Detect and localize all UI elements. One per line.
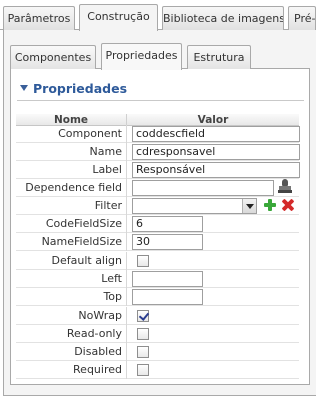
section-header[interactable]: Propriedades: [17, 79, 304, 101]
property-name: Label: [16, 161, 127, 179]
property-checkbox[interactable]: [137, 328, 149, 340]
table-row: Read-only: [16, 325, 299, 343]
property-value-cell: [127, 325, 299, 343]
tab-propriedades[interactable]: Propriedades: [101, 43, 182, 70]
table-row: Component coddescfield: [16, 125, 300, 143]
property-value-cell: 6: [127, 215, 299, 233]
property-value-cell: 30: [127, 233, 299, 251]
table-row: Disabled: [16, 343, 299, 361]
property-value-cell: coddescfield: [127, 125, 300, 143]
property-value-cell: Responsável: [127, 161, 300, 179]
property-name: Disabled: [16, 343, 127, 361]
inner-tab-bar: Componentes Propriedades Estrutura: [10, 42, 310, 70]
tab-estrutura[interactable]: Estrutura: [187, 45, 251, 69]
tab-biblioteca-de-imagens[interactable]: Biblioteca de imagens: [162, 6, 284, 30]
property-checkbox[interactable]: [137, 346, 149, 358]
table-row: Filter: [16, 197, 299, 215]
property-input[interactable]: coddescfield: [132, 126, 300, 142]
table-row: CodeFieldSize 6: [16, 215, 299, 233]
property-checkbox[interactable]: [137, 310, 149, 322]
property-input[interactable]: [132, 271, 203, 287]
property-checkbox[interactable]: [137, 255, 149, 267]
table-row: Required: [16, 361, 299, 379]
stamp-icon[interactable]: [278, 179, 292, 195]
filter-select[interactable]: [132, 198, 257, 214]
property-input[interactable]: 6: [132, 216, 203, 232]
table-row: Name cdresponsavel: [16, 143, 300, 161]
property-checkbox[interactable]: [137, 364, 149, 376]
property-name: Top: [16, 288, 127, 306]
add-icon[interactable]: [264, 199, 276, 211]
property-value-cell: [127, 197, 299, 215]
property-name: NameFieldSize: [16, 233, 127, 251]
property-value-cell: [127, 361, 299, 379]
property-value-cell: [127, 179, 299, 197]
property-value-cell: [127, 288, 299, 306]
property-name: Filter: [16, 197, 127, 215]
property-name: Name: [16, 143, 127, 161]
chevron-down-icon[interactable]: [242, 199, 256, 213]
table-row: NoWrap: [16, 307, 299, 325]
property-input[interactable]: 30: [132, 234, 203, 250]
property-name: Required: [16, 361, 127, 379]
table-row: Top: [16, 288, 299, 306]
table-row: Dependence field: [16, 179, 299, 197]
table-row: Label Responsável: [16, 161, 300, 179]
property-value-cell: cdresponsavel: [127, 143, 300, 161]
property-name: CodeFieldSize: [16, 215, 127, 233]
property-input[interactable]: cdresponsavel: [132, 144, 300, 160]
tab-componentes[interactable]: Componentes: [10, 45, 96, 69]
property-name: Default align: [16, 252, 127, 270]
property-value-cell: [127, 270, 299, 288]
property-name: Component: [16, 125, 127, 143]
property-value-cell: [127, 252, 299, 270]
property-name: NoWrap: [16, 307, 127, 325]
property-name: Left: [16, 270, 127, 288]
section-title: Propriedades: [33, 81, 128, 96]
outer-tab-bar: Parâmetros Construção Biblioteca de imag…: [0, 0, 316, 31]
property-input[interactable]: [132, 289, 203, 305]
property-input[interactable]: Responsável: [132, 162, 300, 178]
property-input[interactable]: [132, 180, 274, 196]
tab-parametros[interactable]: Parâmetros: [3, 6, 75, 30]
delete-icon[interactable]: [282, 199, 294, 211]
property-value-cell: [127, 343, 299, 361]
property-name: Read-only: [16, 325, 127, 343]
tab-construcao[interactable]: Construção: [79, 4, 158, 31]
tab-pre[interactable]: Pré-: [288, 6, 316, 30]
collapse-arrow-icon[interactable]: [20, 85, 28, 91]
table-row: Default align: [16, 252, 299, 270]
property-name: Dependence field: [16, 179, 127, 197]
table-row: NameFieldSize 30: [16, 233, 299, 251]
table-row: Left: [16, 270, 299, 288]
property-value-cell: [127, 307, 299, 325]
